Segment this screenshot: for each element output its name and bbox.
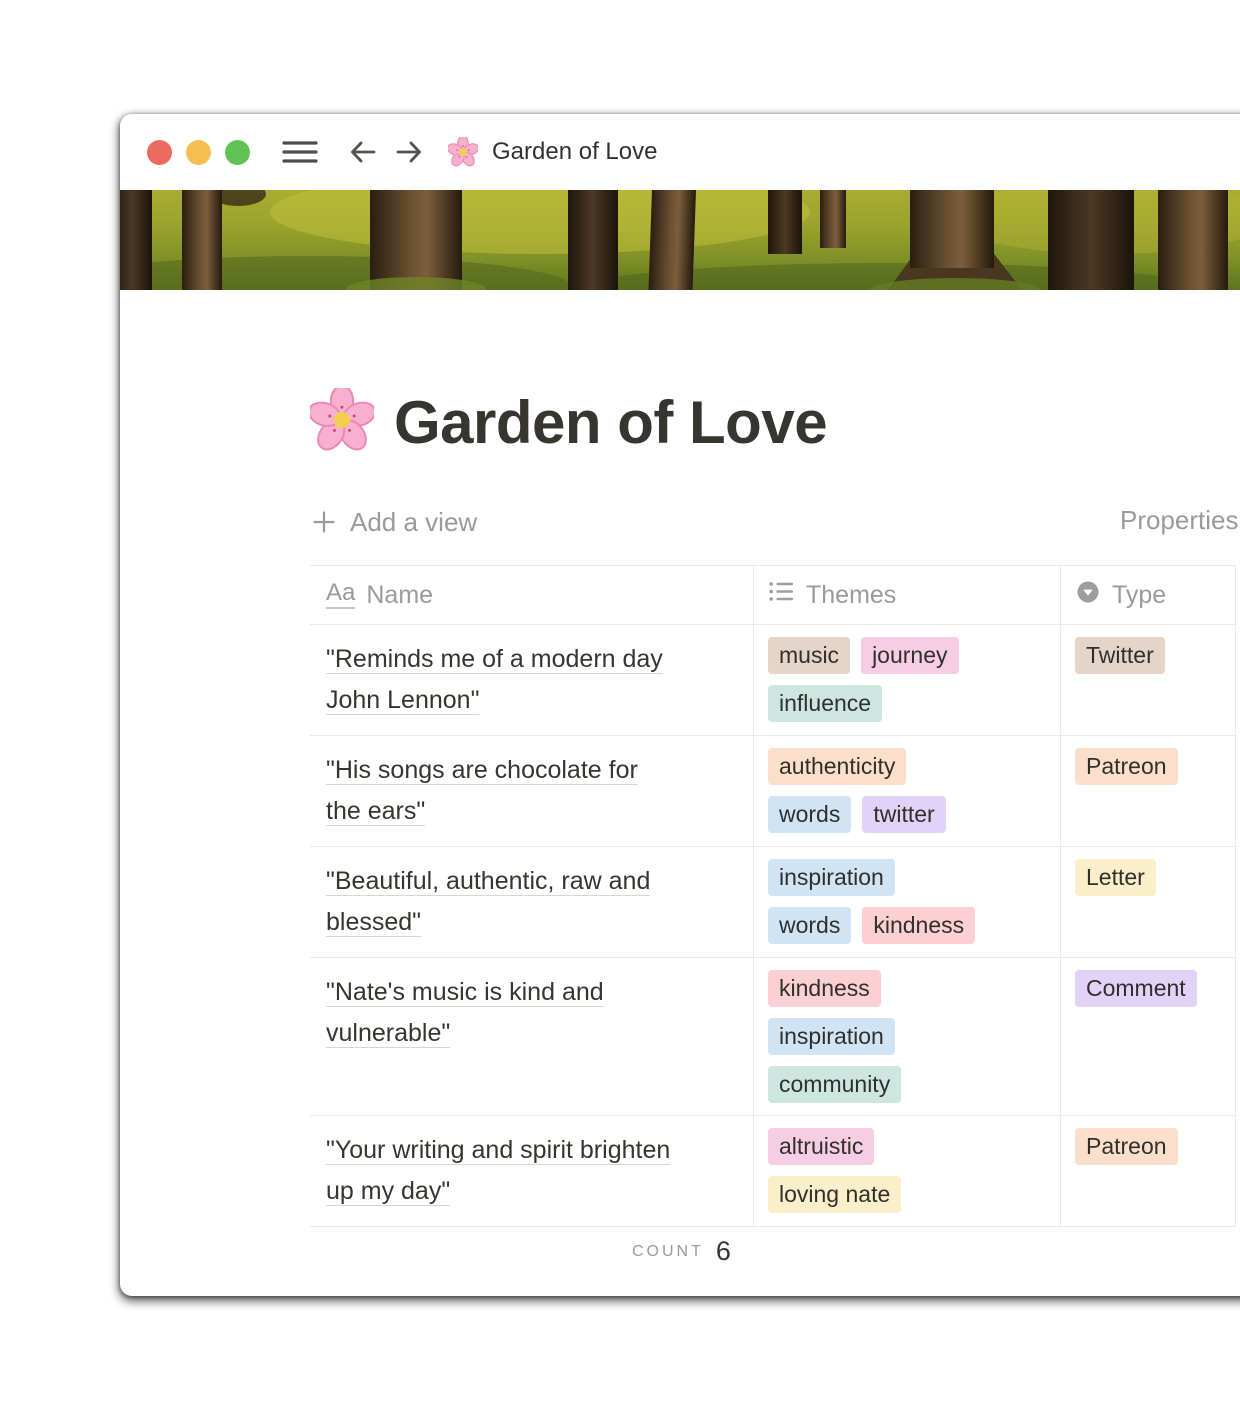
theme-tag: twitter xyxy=(862,796,945,833)
themes-cell[interactable]: music journey influence xyxy=(753,625,1060,735)
table-header: Aa Name Themes Type xyxy=(310,565,1236,625)
themes-cell[interactable]: inspiration words kindness xyxy=(753,847,1060,957)
cherry-blossom-icon xyxy=(310,388,374,457)
window-title: Garden of Love xyxy=(492,138,657,166)
add-view-label: Add a view xyxy=(350,507,477,538)
column-header-name[interactable]: Aa Name xyxy=(310,566,753,624)
type-cell[interactable]: Letter xyxy=(1060,847,1236,957)
menu-icon[interactable] xyxy=(282,138,318,166)
name-cell[interactable]: "Nate's music is kind and vulnerable" xyxy=(310,958,753,1115)
column-header-themes[interactable]: Themes xyxy=(753,566,1060,624)
row-title-link[interactable]: "Beautiful, authentic, raw and blessed" xyxy=(326,867,650,936)
minimize-window-button[interactable] xyxy=(186,140,211,165)
themes-cell[interactable]: altruistic loving nate xyxy=(753,1116,1060,1226)
themes-cell[interactable]: kindness inspiration community xyxy=(753,958,1060,1115)
themes-cell[interactable]: authenticity words twitter xyxy=(753,736,1060,846)
type-cell[interactable]: Patreon xyxy=(1060,736,1236,846)
theme-chip-line: music journey xyxy=(768,637,1052,674)
type-tag: Patreon xyxy=(1075,1128,1178,1165)
type-tag: Patreon xyxy=(1075,748,1178,785)
page-content: Garden of Love Add a view Properties Aa … xyxy=(120,388,1240,1276)
name-cell[interactable]: "Your writing and spirit brighten up my … xyxy=(310,1116,753,1226)
name-text-wrap: "Beautiful, authentic, raw and blessed" xyxy=(326,861,671,943)
theme-chip-line: words twitter xyxy=(768,796,1052,833)
name-cell[interactable]: "Beautiful, authentic, raw and blessed" xyxy=(310,847,753,957)
name-cell[interactable]: "Reminds me of a modern day John Lennon" xyxy=(310,625,753,735)
theme-tag: altruistic xyxy=(768,1128,874,1165)
close-window-button[interactable] xyxy=(147,140,172,165)
column-header-type[interactable]: Type xyxy=(1060,566,1236,624)
select-property-icon xyxy=(1075,579,1101,612)
name-text-wrap: "Nate's music is kind and vulnerable" xyxy=(326,972,671,1054)
theme-chip-line: altruistic xyxy=(768,1128,1052,1165)
table-row: "Reminds me of a modern day John Lennon"… xyxy=(310,625,1236,736)
theme-tag: words xyxy=(768,796,851,833)
count-label[interactable]: COUNT xyxy=(632,1243,704,1261)
row-title-link[interactable]: "His songs are chocolate for the ears" xyxy=(326,756,638,825)
row-title-link[interactable]: "Nate's music is kind and vulnerable" xyxy=(326,978,604,1047)
theme-tag: journey xyxy=(861,637,958,674)
theme-tag: music xyxy=(768,637,850,674)
theme-chip-line: kindness xyxy=(768,970,1052,1007)
type-tag: Twitter xyxy=(1075,637,1165,674)
theme-chip-line: community xyxy=(768,1066,1052,1103)
theme-tag: community xyxy=(768,1066,901,1103)
back-arrow-icon[interactable] xyxy=(348,137,378,167)
table-footer: COUNT 6 xyxy=(310,1227,1236,1276)
count-value: 6 xyxy=(716,1236,731,1267)
type-cell[interactable]: Comment xyxy=(1060,958,1236,1115)
table-row: "His songs are chocolate for the ears" au… xyxy=(310,736,1236,847)
page-title-text: Garden of Love xyxy=(394,388,827,457)
row-title-link[interactable]: "Your writing and spirit brighten up my … xyxy=(326,1136,670,1205)
text-property-icon: Aa xyxy=(326,581,355,609)
cover-image xyxy=(120,190,1240,290)
forward-arrow-icon[interactable] xyxy=(394,137,424,167)
type-tag: Comment xyxy=(1075,970,1197,1007)
theme-chip-line: loving nate xyxy=(768,1176,1052,1213)
properties-button[interactable]: Properties xyxy=(1120,505,1239,536)
plus-icon xyxy=(310,508,338,536)
theme-tag: influence xyxy=(768,685,882,722)
type-tag: Letter xyxy=(1075,859,1156,896)
app-window: Garden of Love xyxy=(120,114,1240,1296)
theme-tag: kindness xyxy=(768,970,881,1007)
table-row: "Beautiful, authentic, raw and blessed" i… xyxy=(310,847,1236,958)
theme-tag: inspiration xyxy=(768,859,895,896)
theme-chip-line: words kindness xyxy=(768,907,1052,944)
add-view-button[interactable]: Add a view xyxy=(310,507,477,538)
window-titlebar: Garden of Love xyxy=(120,114,1240,190)
bulleted-list-icon xyxy=(768,578,795,612)
column-label: Type xyxy=(1112,581,1166,610)
name-text-wrap: "His songs are chocolate for the ears" xyxy=(326,750,671,832)
table-row: "Nate's music is kind and vulnerable" kin… xyxy=(310,958,1236,1116)
type-cell[interactable]: Twitter xyxy=(1060,625,1236,735)
column-label: Themes xyxy=(806,581,896,610)
table-rows: "Reminds me of a modern day John Lennon"… xyxy=(310,625,1236,1227)
name-cell[interactable]: "His songs are chocolate for the ears" xyxy=(310,736,753,846)
theme-chip-line: inspiration xyxy=(768,859,1052,896)
zoom-window-button[interactable] xyxy=(225,140,250,165)
name-text-wrap: "Your writing and spirit brighten up my … xyxy=(326,1130,671,1212)
theme-chip-line: influence xyxy=(768,685,1052,722)
theme-tag: inspiration xyxy=(768,1018,895,1055)
theme-chip-line: inspiration xyxy=(768,1018,1052,1055)
theme-tag: authenticity xyxy=(768,748,906,785)
theme-chip-line: authenticity xyxy=(768,748,1052,785)
column-label: Name xyxy=(366,581,433,610)
name-text-wrap: "Reminds me of a modern day John Lennon" xyxy=(326,639,671,721)
theme-tag: kindness xyxy=(862,907,975,944)
type-cell[interactable]: Patreon xyxy=(1060,1116,1236,1226)
page-title: Garden of Love xyxy=(310,388,1240,457)
database-table: Aa Name Themes Type xyxy=(310,565,1236,1276)
theme-tag: words xyxy=(768,907,851,944)
table-row: "Your writing and spirit brighten up my … xyxy=(310,1116,1236,1227)
theme-tag: loving nate xyxy=(768,1176,901,1213)
row-title-link[interactable]: "Reminds me of a modern day John Lennon" xyxy=(326,645,663,714)
view-toolbar: Add a view Properties xyxy=(310,499,1240,545)
screen: Garden of Love xyxy=(0,0,1240,1414)
cherry-blossom-icon xyxy=(448,137,478,167)
